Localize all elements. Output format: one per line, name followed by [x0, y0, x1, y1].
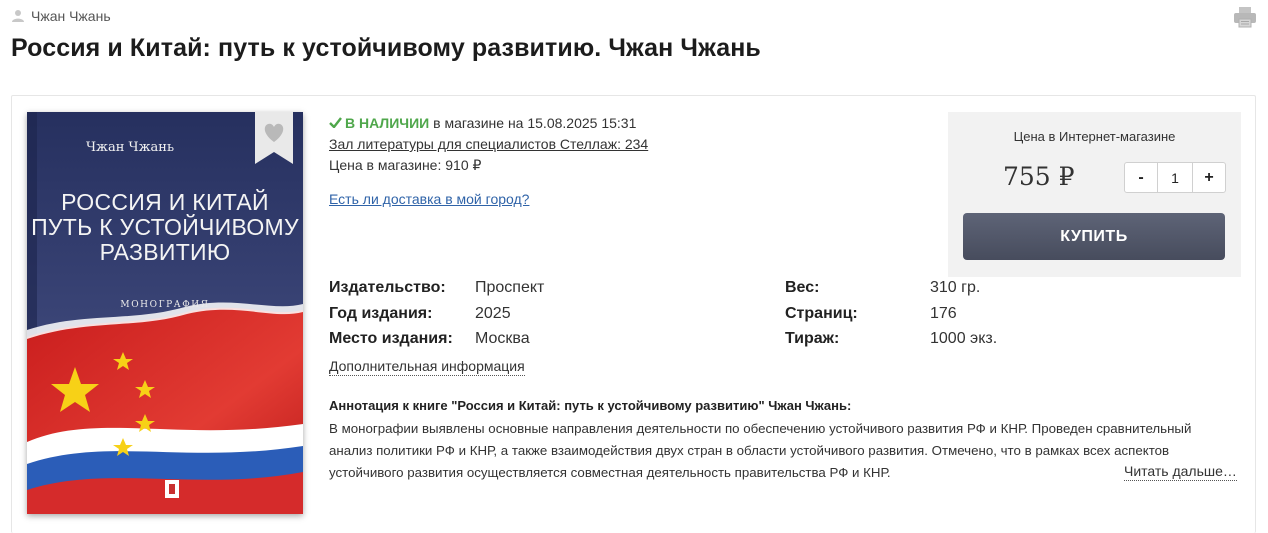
author-name[interactable]: Чжан Чжань [31, 8, 111, 24]
weight-label: Вес: [785, 279, 820, 296]
shelf-location-link[interactable]: Зал литературы для специалистов Стеллаж:… [329, 135, 648, 153]
user-icon [12, 10, 24, 22]
stock-status: В НАЛИЧИИ в магазине на 15.08.2025 15:31 [329, 114, 648, 132]
place-value: Москва [475, 330, 530, 347]
pages-value: 176 [930, 305, 957, 322]
heart-icon[interactable] [255, 112, 293, 164]
cover-author: Чжан Чжань [85, 140, 175, 155]
place-label: Место издания: [329, 330, 453, 347]
quantity-increase-button[interactable]: + [1193, 163, 1225, 192]
quantity-decrease-button[interactable]: - [1125, 163, 1157, 192]
cover-title: РОССИЯ И КИТАЙ ПУТЬ К УСТОЙЧИВОМУ РАЗВИТ… [27, 190, 303, 265]
read-more-link[interactable]: Читать дальше… [1124, 462, 1237, 481]
quantity-stepper: - + [1124, 162, 1226, 193]
cover-title-line: ПУТЬ К УСТОЙЧИВОМУ [31, 214, 299, 240]
buy-box: Цена в Интернет-магазине 755 ₽ - + КУПИТ… [948, 112, 1241, 277]
cover-subtitle: МОНОГРАФИЯ [120, 300, 210, 310]
year-value: 2025 [475, 305, 511, 322]
print-run-value: 1000 экз. [930, 330, 998, 347]
cover-title-line: РАЗВИТИЮ [99, 239, 231, 265]
cover-title-line: РОССИЯ И КИТАЙ [61, 189, 269, 215]
store-price: Цена в магазине: 910 ₽ [329, 157, 482, 173]
in-stock-badge: В НАЛИЧИИ [345, 115, 430, 131]
buy-button[interactable]: КУПИТЬ [963, 213, 1225, 260]
publisher-label: Издательство: [329, 279, 446, 296]
book-cover[interactable]: Чжан Чжань РОССИЯ И КИТАЙ ПУТЬ К УСТОЙЧИ… [27, 112, 303, 514]
availability-block: В НАЛИЧИИ в магазине на 15.08.2025 15:31… [329, 114, 648, 208]
annotation-title: Аннотация к книге "Россия и Китай: путь … [329, 398, 852, 413]
publisher-value[interactable]: Проспект [475, 279, 544, 297]
online-price-label: Цена в Интернет-магазине [1013, 129, 1176, 144]
more-info-link[interactable]: Дополнительная информация [329, 358, 525, 376]
online-price: 755 ₽ [1003, 162, 1075, 191]
pages-label: Страниц: [785, 305, 858, 322]
check-icon [329, 117, 342, 128]
quantity-input[interactable] [1157, 163, 1193, 192]
cover-artwork [27, 112, 303, 514]
delivery-link[interactable]: Есть ли доставка в мой город? [329, 190, 648, 208]
stock-date: в магазине на 15.08.2025 15:31 [429, 115, 637, 131]
page-title: Россия и Китай: путь к устойчивому разви… [11, 34, 761, 62]
printer-icon[interactable] [1233, 6, 1257, 28]
year-label: Год издания: [329, 305, 433, 322]
weight-value: 310 гр. [930, 279, 981, 296]
print-run-label: Тираж: [785, 330, 840, 347]
product-card: Чжан Чжань РОССИЯ И КИТАЙ ПУТЬ К УСТОЙЧИ… [11, 95, 1256, 533]
author-line: Чжан Чжань [11, 8, 111, 24]
